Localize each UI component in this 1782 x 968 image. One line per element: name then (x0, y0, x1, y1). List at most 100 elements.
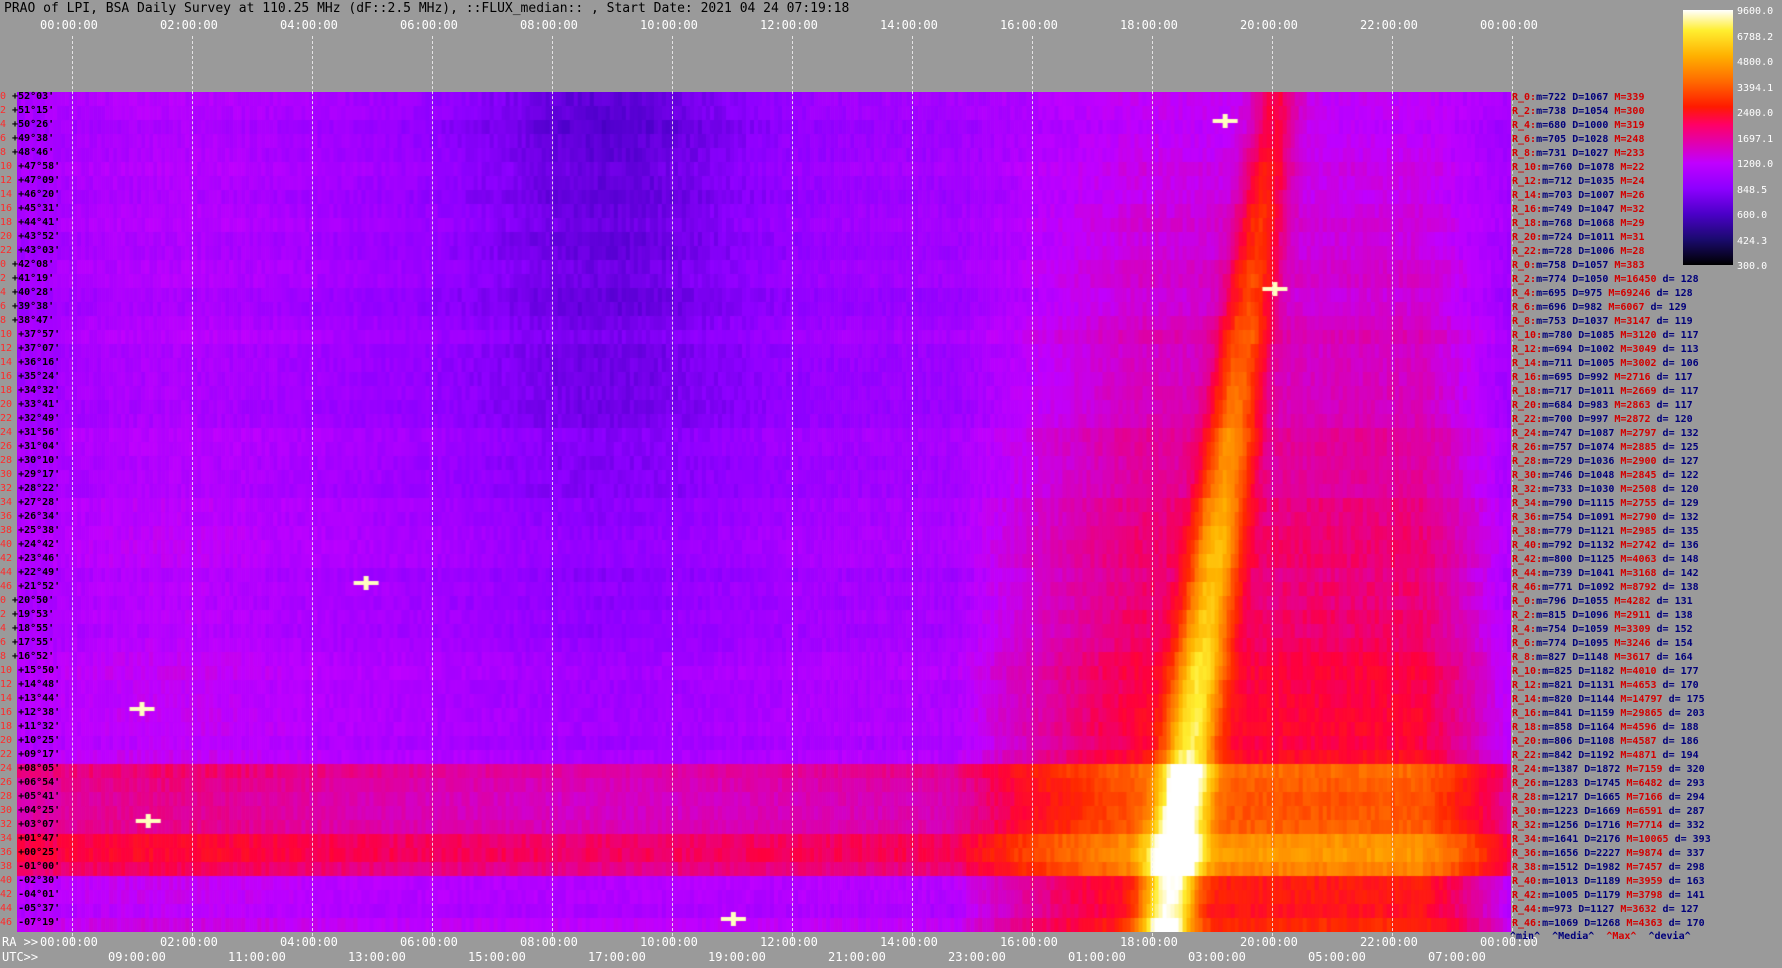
stat-deviation: d= 128 (1662, 274, 1699, 285)
declination-value: +33°41' (18, 399, 61, 410)
stat-median: D=975 (1572, 288, 1609, 299)
stat-deviation: d= 106 (1662, 358, 1699, 369)
stat-row-id: R_26: (1512, 442, 1543, 453)
colorbar-label: 4800.0 (1737, 57, 1774, 68)
stat-deviation: d= 131 (1656, 596, 1693, 607)
utc-tick-label: 17:00:00 (588, 950, 646, 964)
declination-value: +11°32' (18, 721, 61, 732)
stat-row-id: R_46: (1512, 918, 1543, 929)
row-index: 4 (0, 119, 13, 130)
declination-value: +28°22' (18, 483, 61, 494)
stat-row-id: R_44: (1512, 904, 1543, 915)
stat-min: m=753 (1536, 316, 1573, 327)
stat-row-id: R_12: (1512, 176, 1543, 187)
stat-max: M=4010 (1620, 666, 1663, 677)
stat-min: m=973 (1542, 904, 1579, 915)
row-stat: R_0:m=796 D=1055 M=4282 d= 131 (1512, 595, 1693, 608)
declination-value: -04°01' (18, 889, 61, 900)
ra-tick-label: 02:00:00 (160, 935, 218, 949)
declination-value: +43°03' (18, 245, 61, 256)
grid-line (912, 36, 913, 946)
declination-label: 38 +25°38' (0, 525, 60, 537)
stat-row-id: R_26: (1512, 778, 1543, 789)
declination-label: 24 +31°56' (0, 427, 60, 439)
stat-max: M=3002 (1620, 358, 1663, 369)
row-stat: R_46:m=1069 D=1268 M=4363 d= 170 (1512, 917, 1705, 930)
declination-value: +43°52' (18, 231, 61, 242)
stat-min: m=695 (1536, 288, 1573, 299)
utc-tick-label: 11:00:00 (228, 950, 286, 964)
declination-label: 30 +29°17' (0, 469, 60, 481)
stat-min: m=800 (1542, 554, 1579, 565)
row-index: 4 (0, 287, 13, 298)
declination-value: +14°48' (18, 679, 61, 690)
stat-deviation: d= 163 (1668, 876, 1705, 887)
stat-row-id: R_22: (1512, 750, 1543, 761)
stat-median: D=1115 (1578, 498, 1621, 509)
row-index: 34 (0, 497, 19, 508)
stat-max: M=2885 (1620, 442, 1663, 453)
stat-row-id: R_2: (1512, 610, 1537, 621)
declination-value: +41°19' (12, 273, 55, 284)
stat-median: D=1011 (1578, 232, 1621, 243)
stat-deviation: d= 164 (1656, 652, 1693, 663)
stat-deviation: d= 117 (1662, 386, 1699, 397)
row-index: 46 (0, 581, 19, 592)
stat-max: M=2742 (1620, 540, 1663, 551)
stat-median: D=1179 (1584, 890, 1627, 901)
stat-deviation: d= 294 (1668, 792, 1705, 803)
declination-label: 6 +39°38' (0, 301, 54, 313)
stat-max: M=9874 (1626, 848, 1669, 859)
stat-row-id: R_2: (1512, 106, 1537, 117)
stat-deviation: d= 293 (1668, 778, 1705, 789)
stat-row-id: R_10: (1512, 162, 1543, 173)
stat-deviation: d= 148 (1662, 554, 1699, 565)
stat-row-id: R_38: (1512, 862, 1543, 873)
top-tick-label: 18:00:00 (1120, 18, 1178, 32)
colorbar-label: 848.5 (1737, 184, 1768, 196)
stat-row-id: R_44: (1512, 568, 1543, 579)
stat-deviation: d= 186 (1662, 736, 1699, 747)
row-stat: R_38:m=1512 D=1982 M=7457 d= 298 (1512, 861, 1705, 874)
declination-label: 26 +06°54' (0, 777, 60, 789)
stat-row-id: R_22: (1512, 246, 1543, 257)
stat-deviation: d= 298 (1668, 862, 1705, 873)
declination-value: +36°16' (18, 357, 61, 368)
stat-max: M=28 (1620, 246, 1645, 257)
stat-row-id: R_46: (1512, 582, 1543, 593)
stat-min: m=696 (1536, 302, 1573, 313)
stat-deviation: d= 113 (1662, 344, 1699, 355)
declination-label: 28 +30°10' (0, 455, 60, 467)
stat-median: D=1048 (1578, 470, 1621, 481)
row-stat: R_30:m=746 D=1048 M=2845 d= 122 (1512, 469, 1699, 482)
stat-max: M=7714 (1626, 820, 1669, 831)
stats-legend: ^min^ ^Media^ ^Max^ ^devia^ (1510, 931, 1697, 942)
stat-row-id: R_40: (1512, 540, 1543, 551)
stat-min: m=796 (1536, 596, 1573, 607)
declination-label: 16 +45°31' (0, 203, 60, 215)
stat-deviation: d= 332 (1668, 820, 1705, 831)
stat-row-id: R_0: (1512, 596, 1537, 607)
row-index: 18 (0, 217, 19, 228)
row-stat: R_38:m=779 D=1121 M=2985 d= 135 (1512, 525, 1699, 538)
stat-median: D=1028 (1572, 134, 1615, 145)
row-index: 14 (0, 693, 19, 704)
colorbar-label: 9600.0 (1737, 6, 1774, 17)
stat-median: D=1005 (1578, 358, 1621, 369)
row-index: 22 (0, 245, 19, 256)
declination-label: 44 +22°49' (0, 567, 60, 579)
declination-label: 40 -02°30' (0, 875, 60, 887)
row-stat: R_26:m=757 D=1074 M=2885 d= 125 (1512, 441, 1699, 454)
declination-value: +35°24' (18, 371, 61, 382)
stat-deviation: d= 175 (1668, 694, 1705, 705)
ra-axis-label: RA >> (2, 935, 39, 949)
stat-max: M=4587 (1620, 736, 1663, 747)
declination-label: 20 +43°52' (0, 231, 60, 243)
stat-deviation: d= 119 (1656, 316, 1693, 327)
row-index: 24 (0, 763, 19, 774)
stat-row-id: R_2: (1512, 274, 1537, 285)
row-index: 6 (0, 133, 13, 144)
utc-tick-label: 07:00:00 (1428, 950, 1486, 964)
declination-label: 32 +03°07' (0, 819, 60, 831)
row-stat: R_42:m=1005 D=1179 M=3798 d= 141 (1512, 889, 1705, 902)
